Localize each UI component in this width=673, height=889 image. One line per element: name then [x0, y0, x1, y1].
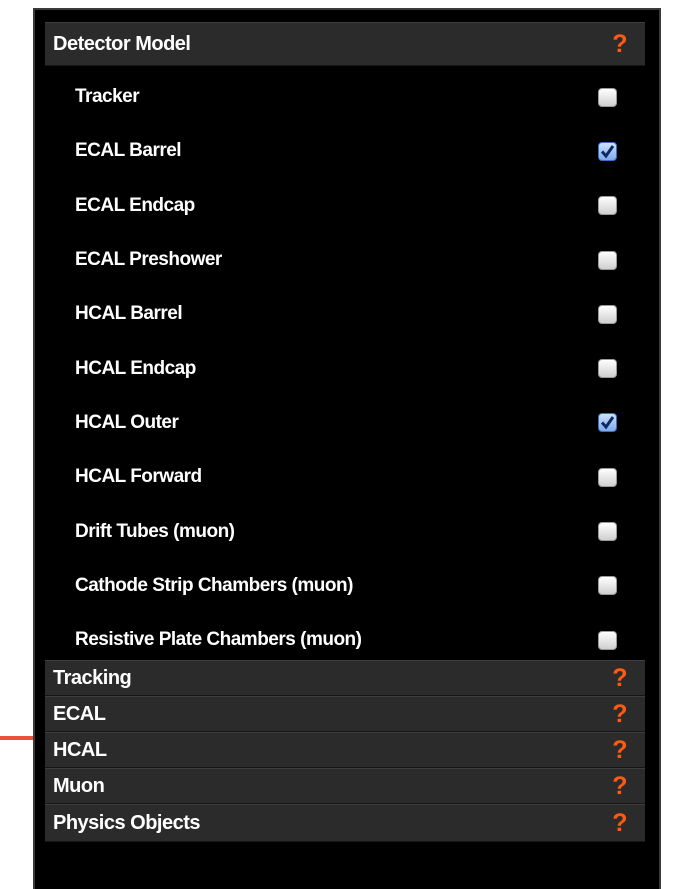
- detector-label: HCAL Barrel: [75, 303, 183, 325]
- help-icon[interactable]: ?: [612, 810, 627, 836]
- detector-row[interactable]: HCAL Forward: [45, 450, 645, 504]
- section-title: Muon: [53, 774, 105, 797]
- detector-checkbox[interactable]: [598, 141, 617, 161]
- detector-row[interactable]: Drift Tubes (muon): [45, 504, 645, 558]
- detector-row[interactable]: HCAL Barrel: [45, 287, 645, 341]
- help-icon[interactable]: ?: [612, 665, 627, 691]
- detector-label: HCAL Endcap: [75, 357, 196, 379]
- detector-label: HCAL Forward: [75, 466, 202, 488]
- detector-list: Tracker ECAL Barrel ECAL Endcap ECAL Pre…: [45, 70, 645, 667]
- detector-label: ECAL Barrel: [75, 140, 182, 162]
- section-header-muon[interactable]: Muon ?: [45, 768, 645, 804]
- detector-checkbox[interactable]: [598, 630, 617, 650]
- detector-row[interactable]: Cathode Strip Chambers (muon): [45, 559, 645, 613]
- section-header-ecal[interactable]: ECAL ?: [45, 696, 645, 732]
- detector-row[interactable]: ECAL Barrel: [45, 124, 645, 178]
- detector-checkbox[interactable]: [598, 522, 617, 542]
- section-header-hcal[interactable]: HCAL ?: [45, 732, 645, 768]
- detector-row[interactable]: HCAL Outer: [45, 396, 645, 450]
- detector-checkbox[interactable]: [598, 467, 617, 487]
- detector-label: Tracker: [75, 86, 140, 108]
- detector-checkbox[interactable]: [598, 87, 617, 107]
- detector-row[interactable]: HCAL Endcap: [45, 341, 645, 395]
- detector-row[interactable]: Tracker: [45, 70, 645, 124]
- detector-label: ECAL Endcap: [75, 194, 195, 216]
- help-icon[interactable]: ?: [612, 737, 627, 763]
- detector-checkbox[interactable]: [598, 359, 617, 379]
- detector-checkbox[interactable]: [598, 576, 617, 596]
- section-title: HCAL: [53, 738, 107, 761]
- detector-panel: Detector Model ? Tracker ECAL Barrel ECA…: [33, 8, 661, 889]
- detector-checkbox[interactable]: [598, 196, 617, 216]
- detector-row[interactable]: ECAL Endcap: [45, 179, 645, 233]
- help-icon[interactable]: ?: [612, 701, 627, 727]
- checkmark-icon: [600, 145, 615, 159]
- section-header-physics-objects[interactable]: Physics Objects ?: [45, 804, 645, 842]
- checkmark-icon: [600, 416, 615, 430]
- detector-label: HCAL Outer: [75, 411, 179, 433]
- detector-label: Cathode Strip Chambers (muon): [75, 574, 353, 596]
- help-icon[interactable]: ?: [612, 773, 627, 799]
- detector-row[interactable]: ECAL Preshower: [45, 233, 645, 287]
- section-title: Tracking: [53, 666, 132, 689]
- detector-label: ECAL Preshower: [75, 249, 222, 271]
- detector-label: Resistive Plate Chambers (muon): [75, 629, 362, 651]
- section-header-tracking[interactable]: Tracking ?: [45, 660, 645, 696]
- detector-checkbox[interactable]: [598, 304, 617, 324]
- section-title: ECAL: [53, 702, 106, 725]
- detector-checkbox[interactable]: [598, 413, 617, 433]
- detector-checkbox[interactable]: [598, 250, 617, 270]
- section-header-detector-model[interactable]: Detector Model ?: [45, 22, 645, 66]
- section-title: Detector Model: [53, 32, 191, 55]
- help-icon[interactable]: ?: [612, 31, 627, 57]
- section-title: Physics Objects: [53, 811, 201, 834]
- detector-label: Drift Tubes (muon): [75, 520, 235, 542]
